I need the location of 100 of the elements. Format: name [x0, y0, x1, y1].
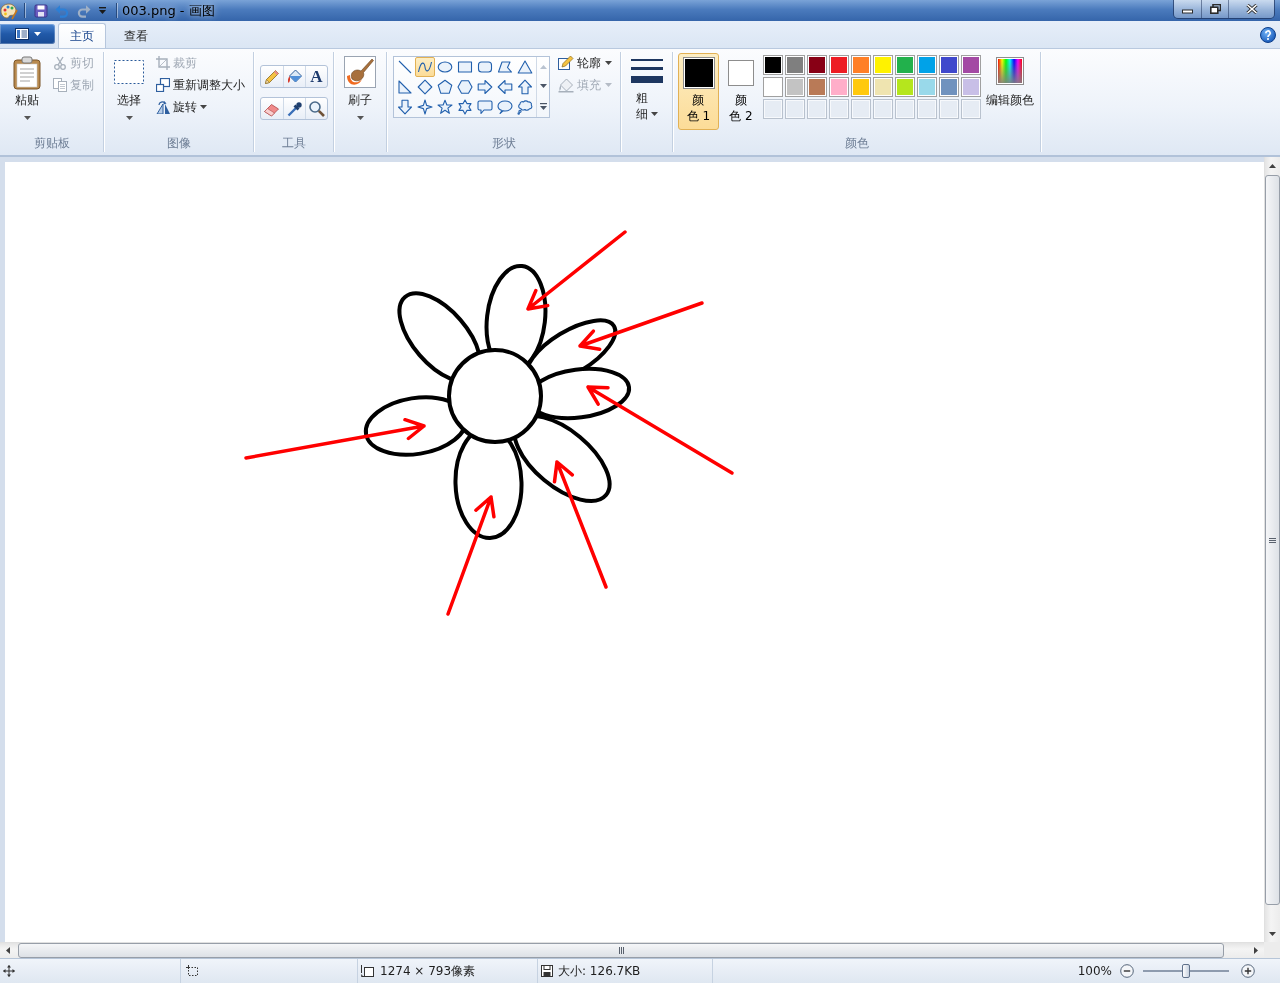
shape-button[interactable]: [515, 77, 535, 97]
empty-color-slot[interactable]: [807, 99, 827, 119]
rotate-button[interactable]: 旋转: [153, 96, 248, 118]
brushes-button[interactable]: 刷子: [340, 52, 380, 121]
shape-button[interactable]: [475, 77, 495, 97]
caret-icon: [605, 61, 612, 65]
select-button[interactable]: 选择: [109, 52, 149, 121]
caret-icon: [605, 83, 612, 87]
ribbon-tab[interactable]: 查看: [112, 23, 160, 48]
arrow-down-shape-icon: [397, 99, 413, 115]
shape-button[interactable]: [415, 57, 435, 77]
resize-icon: [156, 78, 170, 92]
color-swatch[interactable]: [763, 77, 783, 97]
primary-color-button[interactable]: 颜色 1: [678, 53, 719, 130]
color-picker-button[interactable]: [283, 98, 305, 119]
shape-button[interactable]: [395, 97, 415, 117]
color-swatch[interactable]: [785, 55, 805, 75]
color-swatch[interactable]: [807, 55, 827, 75]
empty-color-slot[interactable]: [917, 99, 937, 119]
empty-color-slot[interactable]: [785, 99, 805, 119]
caret-icon: [23, 116, 31, 120]
empty-color-slot[interactable]: [939, 99, 959, 119]
caret-icon: [33, 32, 41, 36]
minimize-button[interactable]: [1174, 0, 1201, 18]
shape-button[interactable]: [455, 77, 475, 97]
outline-button[interactable]: 轮廓: [555, 52, 615, 74]
empty-color-slot[interactable]: [961, 99, 981, 119]
color-swatch[interactable]: [939, 55, 959, 75]
copy-icon: [53, 78, 67, 92]
diamond-shape-icon: [417, 79, 433, 95]
shape-button[interactable]: [455, 97, 475, 117]
size-button[interactable]: 粗细: [626, 52, 667, 123]
save-icon[interactable]: [34, 3, 48, 18]
zoom-in-icon[interactable]: [1241, 964, 1255, 978]
caret-icon: [125, 116, 133, 120]
magnifier-button[interactable]: [305, 98, 327, 119]
curve-shape-icon: [417, 59, 433, 75]
paint-palette-icon[interactable]: [0, 1, 18, 20]
image-dimensions: 1274 × 793像素: [380, 962, 476, 980]
oval-shape-icon: [437, 59, 453, 75]
color-swatch[interactable]: [851, 77, 871, 97]
color-swatch[interactable]: [763, 55, 783, 75]
ribbon-tab[interactable]: 主页: [58, 23, 106, 48]
color-swatch[interactable]: [829, 55, 849, 75]
color-swatch[interactable]: [961, 55, 981, 75]
image-size-icon: [361, 965, 374, 977]
restore-icon: [1209, 4, 1221, 14]
shape-button[interactable]: [435, 77, 455, 97]
color-swatch[interactable]: [917, 55, 937, 75]
paste-button[interactable]: 粘贴: [7, 52, 47, 121]
hexagon-shape-icon: [457, 79, 473, 95]
app-menu-button[interactable]: [0, 24, 55, 44]
rotate-icon: [156, 100, 170, 114]
rounded-rectangle-shape-icon: [477, 59, 493, 75]
restore-button[interactable]: [1201, 0, 1228, 18]
empty-color-slot[interactable]: [851, 99, 871, 119]
fill-button[interactable]: [283, 66, 305, 87]
shape-button[interactable]: [415, 77, 435, 97]
help-icon[interactable]: [1260, 26, 1276, 43]
paint-bucket-icon: [558, 77, 574, 93]
color-swatch[interactable]: [873, 77, 893, 97]
crop-icon: [156, 56, 170, 70]
close-icon: [1245, 4, 1258, 14]
shape-button[interactable]: [415, 97, 435, 117]
empty-color-slot[interactable]: [895, 99, 915, 119]
color-swatch[interactable]: [939, 77, 959, 97]
right-triangle-shape-icon: [397, 79, 413, 95]
color-swatch[interactable]: [807, 77, 827, 97]
edit-colors-button[interactable]: 编辑颜色: [985, 53, 1035, 108]
zoom-level: 100%: [1077, 964, 1112, 978]
zoom-out-icon[interactable]: [1120, 964, 1134, 978]
empty-color-slot[interactable]: [873, 99, 893, 119]
dropdown-icon[interactable]: [98, 6, 107, 15]
close-button[interactable]: [1228, 0, 1274, 18]
clipboard-icon: [13, 56, 41, 90]
color-swatch[interactable]: [961, 77, 981, 97]
color-swatch[interactable]: [785, 77, 805, 97]
shape-button[interactable]: [515, 97, 535, 117]
expand-gallery-icon[interactable]: [539, 102, 547, 110]
slider-thumb[interactable]: [1182, 964, 1190, 978]
scrollbar-corner: [1264, 942, 1280, 958]
color-swatch[interactable]: [895, 55, 915, 75]
selection-size-icon: [186, 965, 199, 977]
color-swatch[interactable]: [851, 55, 871, 75]
shape-button[interactable]: [435, 97, 455, 117]
resize-button[interactable]: 重新调整大小: [153, 74, 248, 96]
color-swatch[interactable]: [829, 77, 849, 97]
empty-color-slot[interactable]: [763, 99, 783, 119]
group-label: 剪贴板: [33, 136, 70, 151]
color-swatch[interactable]: [895, 77, 915, 97]
color-swatch[interactable]: [873, 55, 893, 75]
shape-button[interactable]: [475, 97, 495, 117]
callout-rectangle-shape-icon: [477, 99, 493, 115]
color-swatch[interactable]: [917, 77, 937, 97]
secondary-color-button[interactable]: 颜色 2: [722, 53, 760, 130]
menu-icon: [14, 28, 29, 40]
scroll-down-icon[interactable]: [539, 83, 547, 88]
empty-color-slot[interactable]: [829, 99, 849, 119]
shape-button[interactable]: [495, 97, 515, 117]
shape-button[interactable]: [495, 77, 515, 97]
